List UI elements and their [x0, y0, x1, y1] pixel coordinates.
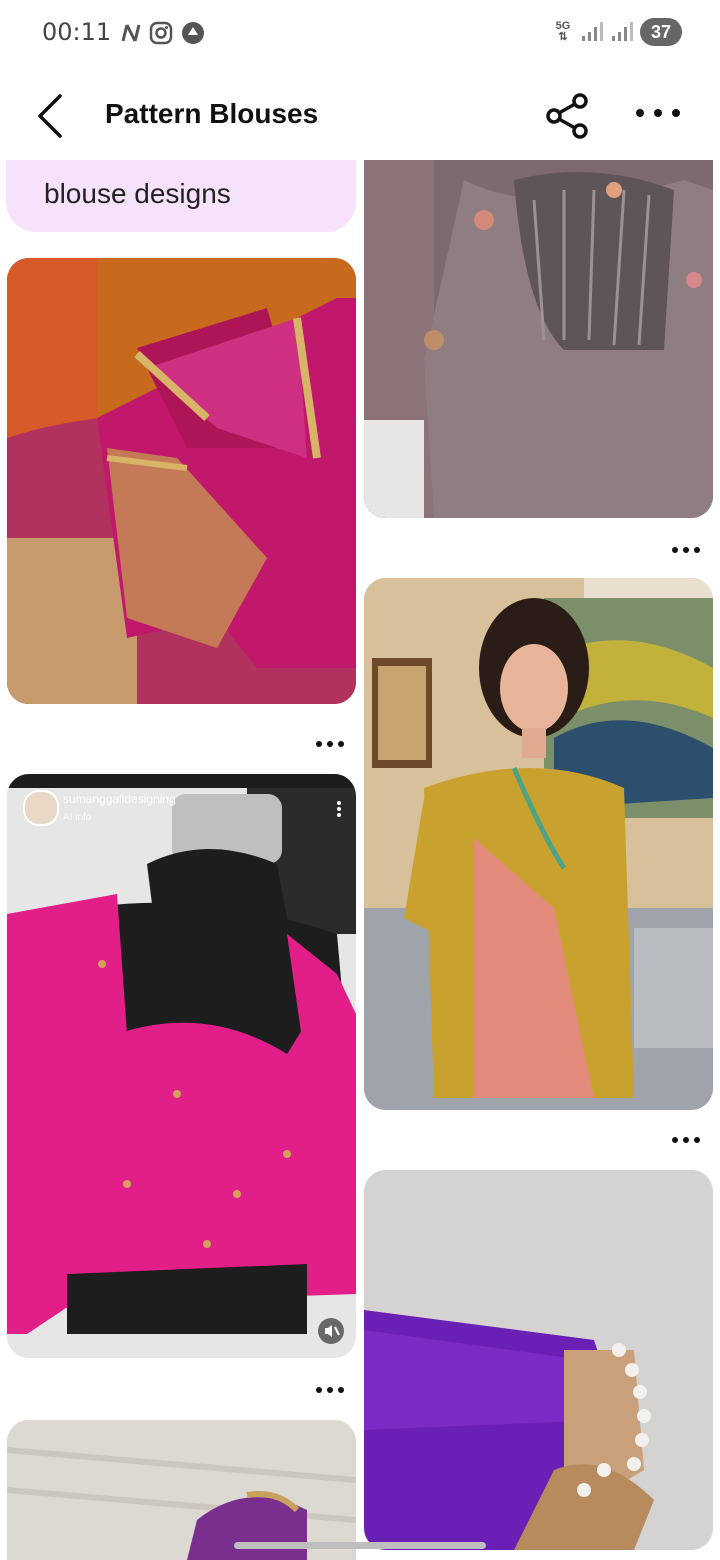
network-icon: 5G ⇅	[555, 20, 571, 43]
status-bar: 00:11 5G ⇅ 37	[0, 0, 720, 68]
status-right: 5G ⇅ 37	[552, 18, 682, 46]
pin-options-icon[interactable]	[672, 540, 712, 556]
pin-image	[7, 258, 356, 704]
share-icon[interactable]	[544, 92, 592, 140]
signal-icon	[582, 22, 603, 41]
pin-image	[364, 578, 713, 1110]
network-label: 5G	[555, 20, 571, 32]
signal-icon-2	[612, 22, 633, 41]
video-options-icon[interactable]	[336, 800, 342, 818]
header-bar: Pattern Blouses	[0, 68, 720, 166]
search-suggestion-pill[interactable]: blouse designs	[6, 160, 356, 232]
pin-card[interactable]	[364, 578, 713, 1110]
battery-indicator: 37	[640, 18, 682, 46]
pin-options-icon[interactable]	[316, 1380, 356, 1396]
pin-options-icon[interactable]	[672, 1130, 712, 1146]
pin-card[interactable]	[364, 1170, 713, 1550]
pin-image	[364, 160, 713, 518]
pin-options-icon[interactable]	[316, 734, 356, 750]
creator-username[interactable]: sumanggalidesigning	[63, 792, 176, 806]
creator-subtext: AI info	[63, 812, 92, 823]
page-title: Pattern Blouses	[105, 98, 319, 129]
creator-avatar[interactable]	[23, 790, 59, 826]
pin-card[interactable]	[7, 258, 356, 704]
back-arrow-icon[interactable]	[30, 92, 70, 140]
pin-image	[364, 1170, 713, 1550]
pin-card[interactable]	[7, 1420, 356, 1560]
pin-card-video[interactable]: sumanggalidesigning AI info	[7, 774, 356, 1358]
app-icon	[182, 22, 204, 44]
instagram-icon	[149, 21, 173, 45]
n-icon	[121, 24, 141, 42]
suggestion-text: blouse designs	[44, 178, 231, 209]
status-time: 00:11	[42, 18, 112, 46]
more-options-icon[interactable]	[632, 100, 684, 126]
pin-card[interactable]	[364, 160, 713, 518]
pin-image	[7, 1420, 356, 1560]
pin-image	[7, 774, 356, 1358]
mute-icon[interactable]	[318, 1318, 344, 1344]
home-indicator[interactable]	[234, 1542, 486, 1549]
